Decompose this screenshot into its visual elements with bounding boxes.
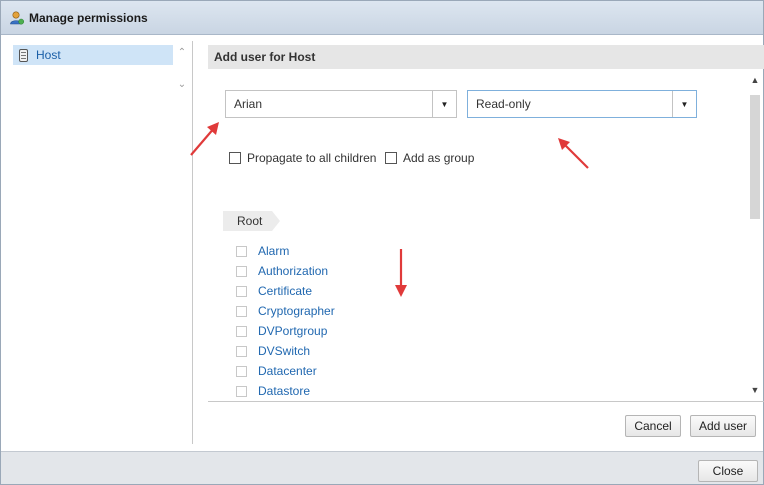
privilege-label[interactable]: DVSwitch <box>258 344 310 358</box>
manage-permissions-dialog: Manage permissions Host ⌃ ⌄ Add user for… <box>0 0 764 485</box>
role-select-value: Read-only <box>476 97 531 111</box>
panel-header: Add user for Host <box>208 45 764 69</box>
scroll-up-icon[interactable]: ▲ <box>748 75 762 87</box>
add-as-group-checkbox[interactable] <box>385 152 397 164</box>
host-icon <box>19 48 28 62</box>
list-item[interactable]: Alarm <box>236 241 536 261</box>
propagate-option[interactable]: Propagate to all children <box>229 151 376 165</box>
list-item[interactable]: Datacenter <box>236 361 536 381</box>
privilege-label[interactable]: Cryptographer <box>258 304 335 318</box>
list-item[interactable]: Datastore <box>236 381 536 401</box>
privilege-checkbox[interactable] <box>236 385 247 397</box>
add-as-group-label: Add as group <box>403 151 475 165</box>
dialog-footer <box>1 451 763 484</box>
chevron-down-icon[interactable]: ▼ <box>432 91 456 117</box>
tree-scroll-up-icon[interactable]: ⌃ <box>176 47 188 59</box>
tree-item-label: Host <box>36 48 61 62</box>
privilege-label[interactable]: Datastore <box>258 384 310 398</box>
users-icon <box>9 10 25 26</box>
annotation-arrow-icon <box>558 138 589 169</box>
list-item[interactable]: Cryptographer <box>236 301 536 321</box>
scrollbar-thumb[interactable] <box>750 95 760 219</box>
close-button[interactable]: Close <box>698 460 758 482</box>
privilege-checkbox[interactable] <box>236 345 247 357</box>
list-item[interactable]: DVSwitch <box>236 341 536 361</box>
privilege-label[interactable]: DVPortgroup <box>258 324 327 338</box>
privilege-checkbox[interactable] <box>236 245 247 257</box>
privilege-checkbox[interactable] <box>236 325 247 337</box>
annotation-arrow-icon <box>190 122 219 156</box>
user-select[interactable]: Arian ▼ <box>225 90 457 118</box>
privilege-label[interactable]: Certificate <box>258 284 312 298</box>
vertical-scrollbar[interactable]: ▲ ▼ <box>748 75 762 397</box>
annotation-arrow-icon <box>395 249 407 297</box>
list-item[interactable]: Authorization <box>236 261 536 281</box>
inventory-tree-pane: Host ⌃ ⌄ <box>7 41 193 444</box>
breadcrumb-root[interactable]: Root <box>223 211 281 231</box>
group-option[interactable]: Add as group <box>385 151 474 165</box>
privilege-list: Alarm Authorization Certificate Cryptogr… <box>236 241 536 401</box>
scroll-down-icon[interactable]: ▼ <box>748 385 762 397</box>
role-select[interactable]: Read-only ▼ <box>467 90 697 118</box>
privilege-checkbox[interactable] <box>236 305 247 317</box>
privilege-checkbox[interactable] <box>236 365 247 377</box>
chevron-down-icon[interactable]: ▼ <box>672 91 696 117</box>
privilege-label[interactable]: Alarm <box>258 244 289 258</box>
privilege-label[interactable]: Datacenter <box>258 364 317 378</box>
propagate-label: Propagate to all children <box>247 151 377 165</box>
privilege-checkbox[interactable] <box>236 285 247 297</box>
privilege-label[interactable]: Authorization <box>258 264 328 278</box>
add-user-button[interactable]: Add user <box>690 415 756 437</box>
list-item[interactable]: DVPortgroup <box>236 321 536 341</box>
privilege-breadcrumb: Root <box>223 211 281 231</box>
propagate-checkbox[interactable] <box>229 152 241 164</box>
cancel-button[interactable]: Cancel <box>625 415 681 437</box>
dialog-title: Manage permissions <box>29 10 148 25</box>
privilege-checkbox[interactable] <box>236 265 247 277</box>
dialog-titlebar: Manage permissions <box>1 1 763 35</box>
tree-scroll-down-icon[interactable]: ⌄ <box>176 79 188 91</box>
user-select-value: Arian <box>234 97 263 111</box>
list-item[interactable]: Certificate <box>236 281 536 301</box>
tree-item-host[interactable]: Host <box>13 45 173 65</box>
